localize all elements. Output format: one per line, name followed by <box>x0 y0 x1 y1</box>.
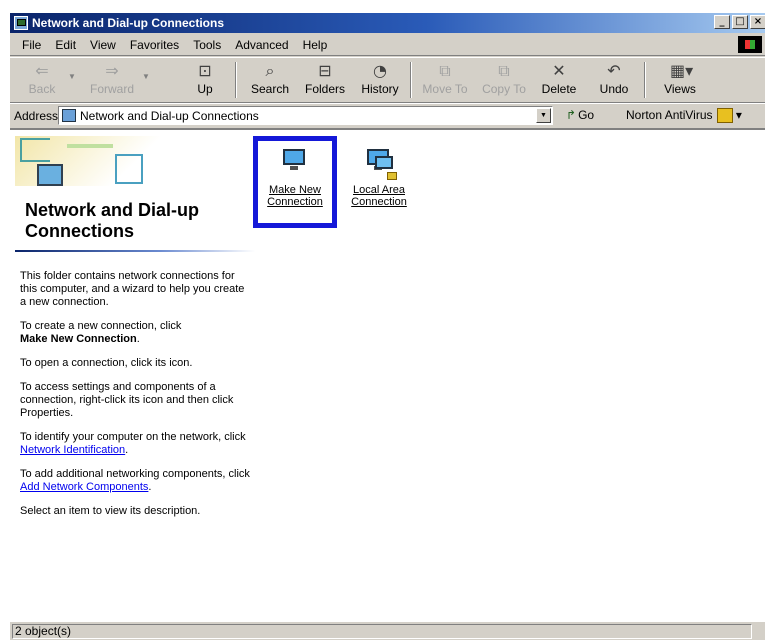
norton-antivirus-button[interactable]: Norton AntiVirus ▾ <box>626 108 742 124</box>
search-icon: ⌕ <box>265 61 275 80</box>
status-bar: 2 object(s) <box>10 621 765 640</box>
history-icon: ◔ <box>373 61 387 80</box>
folder-banner <box>15 136 255 214</box>
panel-text: This folder contains network connections… <box>20 270 245 308</box>
menu-bar: File Edit View Favorites Tools Advanced … <box>10 34 765 56</box>
go-label: Go <box>578 108 595 122</box>
undo-icon: ↶ <box>607 61 621 80</box>
menu-help[interactable]: Help <box>296 38 335 52</box>
forward-label: Forward <box>89 82 134 96</box>
folders-label: Folders <box>304 82 345 96</box>
views-button[interactable]: ▦▾ Views <box>658 60 702 100</box>
network-identification-link[interactable]: Network Identification <box>20 444 125 456</box>
panel-text: Select an item to view its description. <box>20 505 201 517</box>
folders-button[interactable]: ⊟ Folders <box>302 60 348 100</box>
item-label: Local Area Connection <box>351 184 407 208</box>
copy-to-button[interactable]: ⧉ Copy To <box>478 60 530 100</box>
menu-file[interactable]: File <box>10 38 48 52</box>
search-label: Search <box>250 82 290 96</box>
norton-icon <box>716 108 733 124</box>
undo-button[interactable]: ↶ Undo <box>594 60 634 100</box>
back-label: Back <box>28 82 56 96</box>
move-to-button[interactable]: ⧉ Move To <box>418 60 472 100</box>
local-area-connection-item[interactable]: Local Area Connection <box>339 146 419 208</box>
network-folder-icon <box>62 109 76 122</box>
toolbar-separator <box>235 62 237 98</box>
webview-panel: Network and Dial-up Connections This fol… <box>15 136 255 529</box>
search-button[interactable]: ⌕ Search <box>248 60 292 100</box>
forward-arrow-icon: ⇒ <box>105 61 119 80</box>
window-title: Network and Dial-up Connections <box>32 16 225 30</box>
maximize-button[interactable]: □ <box>732 15 748 29</box>
folder-content: Network and Dial-up Connections This fol… <box>10 129 765 621</box>
menu-view[interactable]: View <box>83 38 123 52</box>
delete-label: Delete <box>541 82 577 96</box>
move-to-icon: ⧉ <box>439 61 451 80</box>
make-new-connection-item[interactable]: Make New Connection <box>255 146 335 208</box>
menu-favorites[interactable]: Favorites <box>123 38 186 52</box>
address-value: Network and Dial-up Connections <box>80 109 259 123</box>
panel-text: To access settings and components of a c… <box>20 381 234 419</box>
forward-button[interactable]: ⇒ Forward <box>88 60 136 100</box>
panel-text: To add additional networking components,… <box>20 468 250 493</box>
address-label: Address <box>14 109 59 123</box>
panel-text: To create a new connection, click Make Ne… <box>20 320 182 345</box>
panel-text: To open a connection, click its icon. <box>20 357 193 369</box>
panel-divider <box>15 250 255 252</box>
address-bar: Address Network and Dial-up Connections … <box>10 103 765 129</box>
back-dropdown-icon[interactable]: ▼ <box>68 72 76 81</box>
local-area-connection-icon <box>363 146 397 180</box>
norton-label: Norton AntiVirus <box>626 108 713 122</box>
status-text: 2 object(s) <box>12 624 752 639</box>
make-new-connection-icon <box>279 146 311 178</box>
standard-toolbar: ⇐ Back ▼ ⇒ Forward ▼ ⊡ Up ⌕ Search ⊟ Fol… <box>10 57 765 103</box>
toolbar-separator <box>410 62 412 98</box>
address-input[interactable]: Network and Dial-up Connections ▼ <box>58 106 553 125</box>
up-label: Up <box>197 82 213 96</box>
title-bar[interactable]: Network and Dial-up Connections _ □ × <box>10 13 765 33</box>
network-computer-icon <box>37 164 63 186</box>
up-folder-icon: ⊡ <box>198 61 212 80</box>
folders-icon: ⊟ <box>318 61 332 80</box>
back-arrow-icon: ⇐ <box>35 61 49 80</box>
delete-button[interactable]: ✕ Delete <box>538 60 580 100</box>
copy-to-label: Copy To <box>482 82 526 96</box>
item-label: Make New Connection <box>267 184 323 208</box>
copy-to-icon: ⧉ <box>498 61 510 80</box>
add-network-components-link[interactable]: Add Network Components <box>20 481 148 493</box>
menu-tools[interactable]: Tools <box>186 38 228 52</box>
address-dropdown-icon[interactable]: ▼ <box>536 108 551 123</box>
back-button[interactable]: ⇐ Back <box>22 60 62 100</box>
network-folder-icon <box>14 16 28 30</box>
up-button[interactable]: ⊡ Up <box>188 60 222 100</box>
toolbar-separator <box>644 62 646 98</box>
close-button[interactable]: × <box>750 15 765 29</box>
go-button[interactable]: ↱ Go <box>566 108 594 122</box>
windows-logo-icon <box>738 36 762 53</box>
explorer-window: Network and Dial-up Connections _ □ × Fi… <box>9 12 765 640</box>
go-arrow-icon: ↱ <box>566 108 577 122</box>
panel-text: To identify your computer on the network… <box>20 431 246 456</box>
views-label: Views <box>664 82 696 96</box>
minimize-button[interactable]: _ <box>714 15 730 29</box>
menu-advanced[interactable]: Advanced <box>228 38 295 52</box>
move-to-label: Move To <box>422 82 468 96</box>
forward-dropdown-icon[interactable]: ▼ <box>142 72 150 81</box>
menu-edit[interactable]: Edit <box>48 38 83 52</box>
undo-label: Undo <box>599 82 629 96</box>
delete-x-icon: ✕ <box>552 61 566 80</box>
history-button[interactable]: ◔ History <box>358 60 402 100</box>
views-icon: ▦▾ <box>670 61 694 80</box>
history-label: History <box>361 82 399 96</box>
